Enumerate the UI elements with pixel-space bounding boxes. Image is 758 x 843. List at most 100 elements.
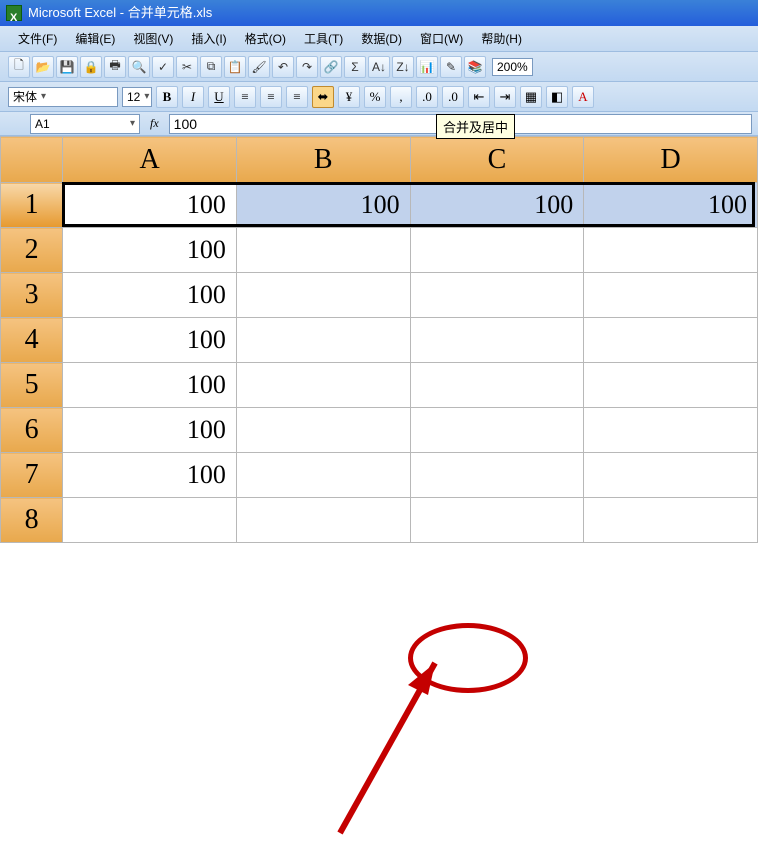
cell-a8[interactable] — [63, 498, 237, 543]
cell-a3[interactable]: 100 — [63, 273, 237, 318]
bold-button[interactable]: B — [156, 86, 178, 108]
cell-c5[interactable] — [410, 363, 584, 408]
sort-asc-button[interactable]: A↓ — [368, 56, 390, 78]
spreadsheet-grid: A B C D 1 100 100 100 100 2 100 3 100 4 — [0, 136, 758, 543]
col-header-d[interactable]: D — [584, 137, 758, 183]
name-box[interactable]: A1 — [30, 114, 140, 134]
permission-button[interactable]: 🔒 — [80, 56, 102, 78]
cell-c7[interactable] — [410, 453, 584, 498]
autosum-button[interactable]: Σ — [344, 56, 366, 78]
cell-a2[interactable]: 100 — [63, 228, 237, 273]
sort-desc-button[interactable]: Z↓ — [392, 56, 414, 78]
cell-a6[interactable]: 100 — [63, 408, 237, 453]
new-button[interactable]: 🗋 — [8, 56, 30, 78]
open-button[interactable]: 📂 — [32, 56, 54, 78]
align-right-button[interactable]: ≡ — [286, 86, 308, 108]
row-header-4[interactable]: 4 — [1, 318, 63, 363]
menu-window[interactable]: 窗口(W) — [420, 30, 463, 47]
chart-button[interactable]: 📊 — [416, 56, 438, 78]
menu-data[interactable]: 数据(D) — [361, 30, 402, 47]
align-left-button[interactable]: ≡ — [234, 86, 256, 108]
select-all-corner[interactable] — [1, 137, 63, 183]
cell-b4[interactable] — [236, 318, 410, 363]
row-header-3[interactable]: 3 — [1, 273, 63, 318]
underline-button[interactable]: U — [208, 86, 230, 108]
font-size-combo[interactable]: 12 — [122, 87, 152, 107]
font-name-combo[interactable]: 宋体 — [8, 87, 118, 107]
cell-d2[interactable] — [584, 228, 758, 273]
cell-c3[interactable] — [410, 273, 584, 318]
decrease-decimal-button[interactable]: .0 — [442, 86, 464, 108]
format-painter-button[interactable]: 🖌 — [248, 56, 270, 78]
italic-button[interactable]: I — [182, 86, 204, 108]
cell-b6[interactable] — [236, 408, 410, 453]
cell-d6[interactable] — [584, 408, 758, 453]
fx-icon[interactable]: fx — [150, 116, 159, 131]
cell-c1[interactable]: 100 — [410, 183, 584, 228]
cell-d5[interactable] — [584, 363, 758, 408]
cell-c8[interactable] — [410, 498, 584, 543]
cell-d4[interactable] — [584, 318, 758, 363]
cell-c4[interactable] — [410, 318, 584, 363]
hyperlink-button[interactable]: 🔗 — [320, 56, 342, 78]
document-name: 合并单元格.xls — [128, 5, 213, 20]
cut-button[interactable]: ✂ — [176, 56, 198, 78]
menu-help[interactable]: 帮助(H) — [481, 30, 522, 47]
drawing-button[interactable]: ✎ — [440, 56, 462, 78]
cell-b5[interactable] — [236, 363, 410, 408]
cell-b3[interactable] — [236, 273, 410, 318]
col-header-c[interactable]: C — [410, 137, 584, 183]
menu-view[interactable]: 视图(V) — [133, 30, 173, 47]
cell-c6[interactable] — [410, 408, 584, 453]
currency-button[interactable]: ¥ — [338, 86, 360, 108]
menu-file[interactable]: 文件(F) — [18, 30, 57, 47]
copy-button[interactable]: ⧉ — [200, 56, 222, 78]
row-header-5[interactable]: 5 — [1, 363, 63, 408]
cell-b1[interactable]: 100 — [236, 183, 410, 228]
borders-button[interactable]: ▦ — [520, 86, 542, 108]
increase-indent-button[interactable]: ⇥ — [494, 86, 516, 108]
print-button[interactable]: 🖶 — [104, 56, 126, 78]
cell-a4[interactable]: 100 — [63, 318, 237, 363]
fill-color-button[interactable]: ◧ — [546, 86, 568, 108]
title-bar: Microsoft Excel - 合并单元格.xls — [0, 0, 758, 26]
cell-d1[interactable]: 100 — [584, 183, 758, 228]
cell-d3[interactable] — [584, 273, 758, 318]
print-preview-button[interactable]: 🔍 — [128, 56, 150, 78]
excel-icon — [6, 5, 22, 21]
font-color-button[interactable]: A — [572, 86, 594, 108]
increase-decimal-button[interactable]: .0 — [416, 86, 438, 108]
row-header-2[interactable]: 2 — [1, 228, 63, 273]
col-header-a[interactable]: A — [63, 137, 237, 183]
row-header-6[interactable]: 6 — [1, 408, 63, 453]
align-center-button[interactable]: ≡ — [260, 86, 282, 108]
cell-a1[interactable]: 100 — [63, 183, 237, 228]
decrease-indent-button[interactable]: ⇤ — [468, 86, 490, 108]
comma-button[interactable]: , — [390, 86, 412, 108]
redo-button[interactable]: ↷ — [296, 56, 318, 78]
zoom-combo[interactable]: 200% — [492, 58, 533, 76]
menu-tools[interactable]: 工具(T) — [304, 30, 343, 47]
save-button[interactable]: 💾 — [56, 56, 78, 78]
menu-edit[interactable]: 编辑(E) — [75, 30, 115, 47]
row-header-8[interactable]: 8 — [1, 498, 63, 543]
percent-button[interactable]: % — [364, 86, 386, 108]
menu-format[interactable]: 格式(O) — [245, 30, 286, 47]
row-header-1[interactable]: 1 — [1, 183, 63, 228]
cell-b8[interactable] — [236, 498, 410, 543]
research-button[interactable]: 📚 — [464, 56, 486, 78]
menu-insert[interactable]: 插入(I) — [191, 30, 226, 47]
cell-c2[interactable] — [410, 228, 584, 273]
cell-d7[interactable] — [584, 453, 758, 498]
cell-d8[interactable] — [584, 498, 758, 543]
cell-b2[interactable] — [236, 228, 410, 273]
undo-button[interactable]: ↶ — [272, 56, 294, 78]
merge-center-button[interactable]: ⬌ — [312, 86, 334, 108]
cell-a7[interactable]: 100 — [63, 453, 237, 498]
spelling-button[interactable]: ✓ — [152, 56, 174, 78]
cell-b7[interactable] — [236, 453, 410, 498]
paste-button[interactable]: 📋 — [224, 56, 246, 78]
col-header-b[interactable]: B — [236, 137, 410, 183]
row-header-7[interactable]: 7 — [1, 453, 63, 498]
cell-a5[interactable]: 100 — [63, 363, 237, 408]
